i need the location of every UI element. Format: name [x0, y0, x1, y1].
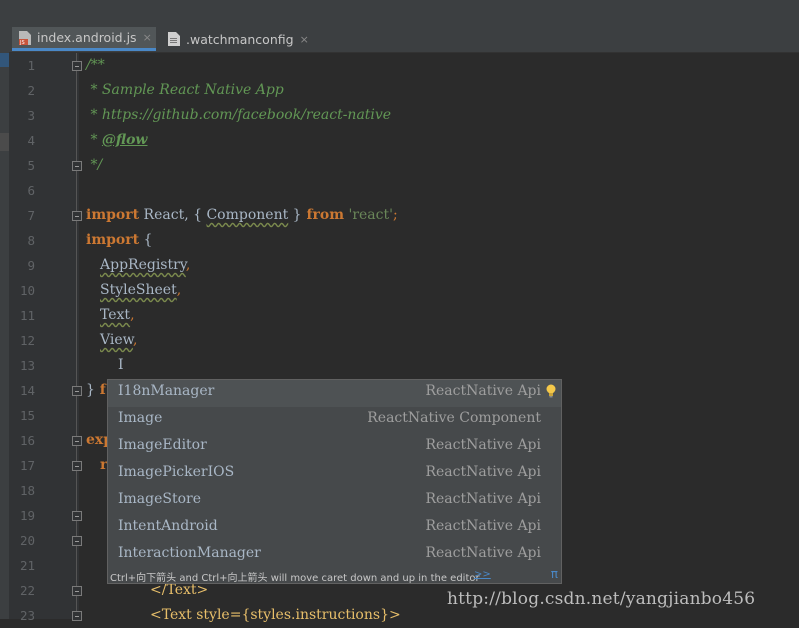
code-line: AppRegistry,: [100, 253, 190, 278]
code-token: import: [86, 207, 140, 223]
code-token: @flow: [101, 132, 148, 148]
autocomplete-item[interactable]: Image ReactNative Component: [108, 407, 561, 434]
code-token: 'react': [344, 207, 393, 223]
code-line: */: [86, 157, 103, 173]
autocomplete-item-type: ReactNative Api: [425, 437, 541, 453]
code-token: AppRegistry: [100, 257, 186, 273]
text-file-icon: [167, 31, 181, 47]
code-line: * Sample React Native App: [86, 82, 284, 98]
tab-label: index.android.js: [37, 30, 137, 45]
autocomplete-item[interactable]: IntentAndroid ReactNative Api: [108, 515, 561, 542]
code-line: View,: [100, 328, 137, 353]
autocomplete-item[interactable]: I18nManager ReactNative Api: [108, 380, 561, 407]
code-token: React,: [139, 207, 194, 223]
autocomplete-item-type: ReactNative Api: [425, 491, 541, 507]
code-token: }: [288, 207, 302, 223]
code-token: from: [301, 207, 345, 223]
code-token: Text: [100, 307, 131, 323]
code-line: StyleSheet,: [100, 278, 181, 303]
autocomplete-item-type: ReactNative Api: [425, 518, 541, 534]
code-token: import: [86, 232, 140, 248]
close-icon[interactable]: ×: [300, 33, 309, 46]
autocomplete-item[interactable]: ImageStore ReactNative Api: [108, 488, 561, 515]
autocomplete-item-name: I18nManager: [118, 383, 215, 399]
autocomplete-item-name: ImagePickerIOS: [118, 464, 235, 480]
code-line: } f: [86, 378, 106, 403]
code-line: * https://github.com/facebook/react-nati…: [86, 107, 392, 123]
autocomplete-item[interactable]: InteractionManager ReactNative Api: [108, 542, 561, 569]
code-line: /**: [86, 57, 105, 73]
autocomplete-item-name: Image: [118, 410, 163, 426]
tab-index-android-js[interactable]: JS index.android.js ×: [12, 27, 156, 51]
typed-text: I: [118, 357, 124, 373]
code-token: f: [94, 382, 106, 398]
svg-text:JS: JS: [19, 40, 25, 46]
code-token: ,: [176, 282, 182, 298]
code-token: {: [193, 207, 207, 223]
code-line: import React, { Component } from 'react'…: [86, 203, 398, 228]
autocomplete-hint: Ctrl+向下箭头 and Ctrl+向上箭头 will move caret …: [110, 573, 480, 584]
autocomplete-item[interactable]: ImagePickerIOS ReactNative Api: [108, 461, 561, 488]
autocomplete-item-name: IntentAndroid: [118, 518, 218, 534]
code-token: ;: [392, 207, 398, 223]
code-token: Component: [206, 207, 289, 223]
tab-label: .watchmanconfig: [186, 31, 294, 47]
lightbulb-icon[interactable]: [546, 383, 556, 398]
autocomplete-footer: Ctrl+向下箭头 and Ctrl+向上箭头 will move caret …: [108, 567, 561, 584]
code-line: import {: [86, 228, 152, 253]
more-link[interactable]: >>: [474, 569, 491, 580]
autocomplete-item-type: ReactNative Api: [425, 464, 541, 480]
code-token: ,: [185, 257, 191, 273]
pi-icon[interactable]: π: [551, 567, 558, 581]
watermark: http://blog.csdn.net/yangjianbo456: [447, 589, 756, 609]
code-token: StyleSheet: [100, 282, 177, 298]
autocomplete-item-type: ReactNative Api: [425, 545, 541, 561]
autocomplete-popup: I18nManager ReactNative Api Image ReactN…: [107, 379, 562, 584]
code-line: * @flow: [86, 128, 147, 153]
code-token: View: [100, 332, 133, 348]
window-top-strip: [0, 0, 799, 25]
code-token: {: [139, 232, 153, 248]
code-token: ,: [132, 332, 138, 348]
code-token: ,: [130, 307, 135, 323]
autocomplete-item-type: ReactNative Api: [425, 383, 541, 399]
autocomplete-item-type: ReactNative Component: [367, 410, 541, 426]
autocomplete-item-name: ImageEditor: [118, 437, 207, 453]
autocomplete-item-name: ImageStore: [118, 491, 202, 507]
code-line: <Text style={styles.instructions}>: [150, 607, 401, 623]
js-file-icon: JS: [18, 30, 32, 46]
code-line: Text,: [100, 303, 135, 328]
code-token: *: [86, 132, 102, 148]
autocomplete-item-name: InteractionManager: [118, 545, 261, 561]
editor-tab-bar: JS index.android.js × .watchmanconfig ×: [9, 25, 799, 53]
close-icon[interactable]: ×: [143, 31, 152, 44]
code-token: }: [86, 382, 95, 398]
autocomplete-item[interactable]: ImageEditor ReactNative Api: [108, 434, 561, 461]
tab-watchmanconfig[interactable]: .watchmanconfig ×: [161, 27, 309, 51]
